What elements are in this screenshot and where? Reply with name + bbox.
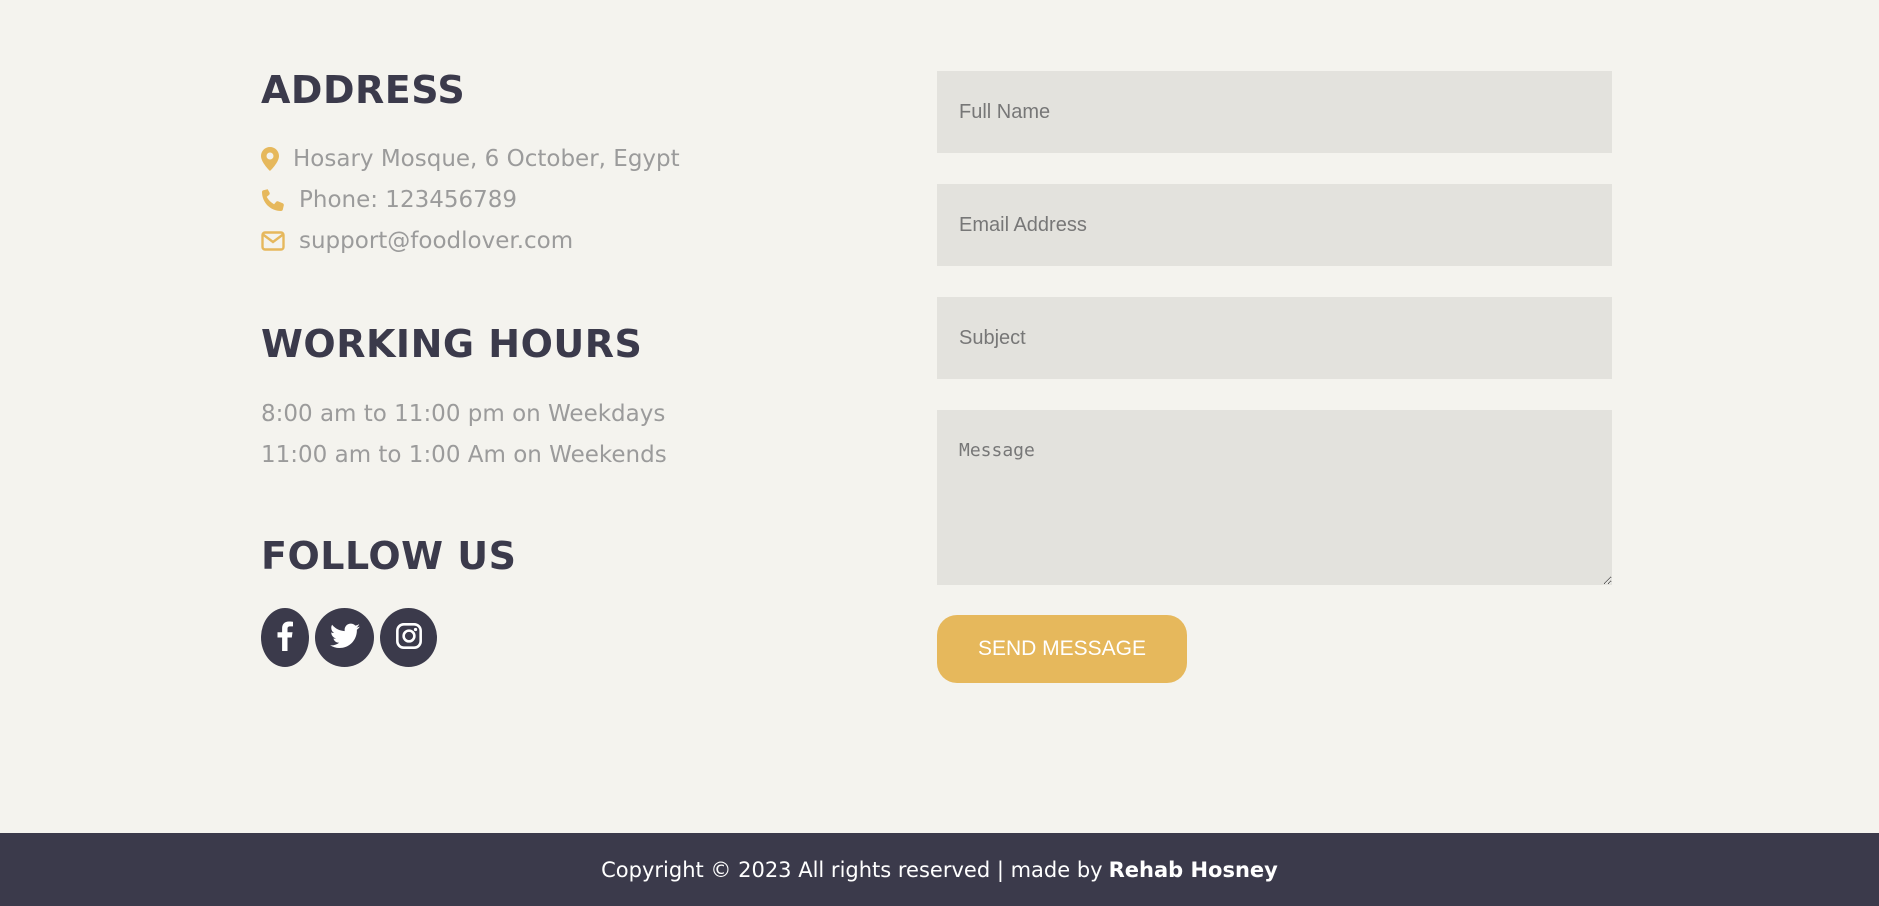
- phone-icon: [261, 186, 289, 214]
- facebook-link[interactable]: [261, 608, 309, 667]
- envelope-icon: [261, 227, 289, 255]
- weekdays-hours: 8:00 am to 11:00 pm on Weekdays: [261, 401, 666, 427]
- follow-us-heading: FOLLOW US: [261, 534, 517, 578]
- footer: Copyright © 2023 All rights reserved | m…: [0, 833, 1879, 906]
- contact-section: ADDRESS Hosary Mosque, 6 October, Egypt …: [0, 0, 1879, 833]
- working-hours-heading: WORKING HOURS: [261, 322, 643, 366]
- instagram-icon: [395, 622, 423, 654]
- map-pin-icon: [261, 145, 289, 173]
- twitter-icon: [329, 623, 360, 653]
- address-text: Hosary Mosque, 6 October, Egypt: [293, 146, 680, 172]
- author-name: Rehab Hosney: [1108, 857, 1278, 882]
- address-row: Hosary Mosque, 6 October, Egypt: [261, 145, 680, 173]
- social-links: [261, 608, 437, 667]
- email-input[interactable]: [937, 184, 1612, 266]
- instagram-link[interactable]: [380, 608, 437, 667]
- message-textarea[interactable]: [937, 410, 1612, 585]
- send-message-button[interactable]: SEND MESSAGE: [937, 615, 1187, 683]
- subject-input[interactable]: [937, 297, 1612, 379]
- copyright-text: Copyright © 2023 All rights reserved | m…: [601, 857, 1103, 882]
- phone-row: Phone: 123456789: [261, 186, 517, 214]
- weekends-hours: 11:00 am to 1:00 Am on Weekends: [261, 442, 667, 468]
- twitter-link[interactable]: [315, 608, 374, 667]
- phone-text: Phone: 123456789: [299, 187, 518, 213]
- email-text: support@foodlover.com: [299, 228, 574, 254]
- facebook-icon: [277, 621, 293, 655]
- address-heading: ADDRESS: [261, 68, 466, 112]
- full-name-input[interactable]: [937, 71, 1612, 153]
- email-row: support@foodlover.com: [261, 227, 573, 255]
